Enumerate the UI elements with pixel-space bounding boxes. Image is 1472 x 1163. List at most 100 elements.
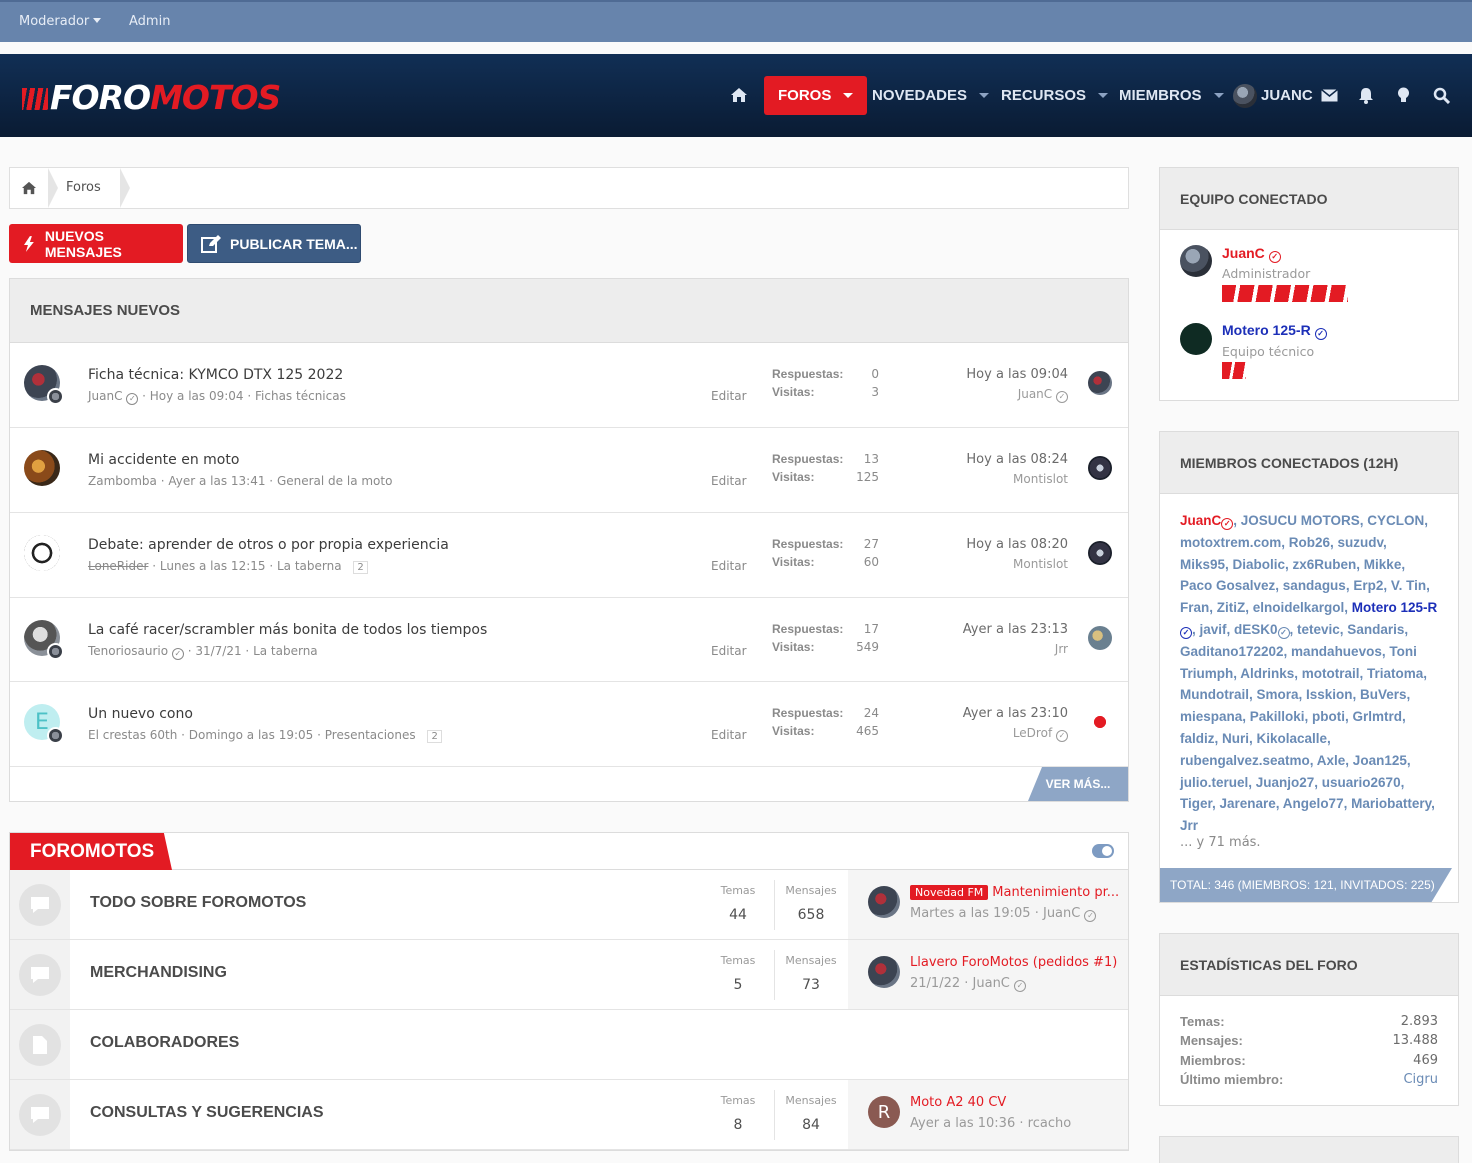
member-links[interactable]: , javif, dESK0 <box>1192 622 1278 637</box>
thread-forum[interactable]: La taberna <box>253 644 318 658</box>
last-post-title[interactable]: Novedad FM Mantenimiento pr... <box>910 885 1119 900</box>
forum-row[interactable]: TODO SOBRE FOROMOTOS Temas 44 Mensajes 658 No… <box>10 870 1128 940</box>
thread-title[interactable]: Un nuevo cono <box>88 706 193 722</box>
thread-title[interactable]: Ficha técnica: KYMCO DTX 125 2022 <box>88 367 343 383</box>
forum-row[interactable]: CONSULTAS Y SUGERENCIAS Temas 8 Mensajes 84 R… <box>10 1080 1128 1150</box>
page-jump[interactable]: 2 <box>427 730 442 743</box>
forum-name[interactable]: TODO SOBRE FOROMOTOS <box>90 894 306 912</box>
last-post-date[interactable]: Ayer a las 23:10 <box>908 706 1068 721</box>
chevron-down-icon[interactable] <box>843 93 854 98</box>
last-post-date[interactable]: 21/1/22 <box>910 976 960 991</box>
thread-author[interactable]: LoneRider <box>88 559 148 573</box>
thread-forum[interactable]: Presentaciones <box>325 728 416 742</box>
last-poster-avatar[interactable] <box>1088 710 1112 734</box>
category-title[interactable]: FOROMOTOS <box>10 833 172 870</box>
lightbulb-icon[interactable] <box>1397 87 1410 104</box>
thread-title[interactable]: Mi accidente en moto <box>88 452 239 468</box>
forum-row[interactable]: COLABORADORES <box>10 1010 1128 1080</box>
member-name[interactable]: JuanC ✓ <box>1222 245 1281 263</box>
thread-date[interactable]: Ayer a las 13:41 <box>168 474 265 488</box>
more-members-link[interactable]: ... y 71 más. <box>1180 835 1261 850</box>
last-post-user[interactable]: JuanC <box>1043 906 1080 921</box>
thread-row[interactable]: Debate: aprender de otros o por propia e… <box>10 513 1128 598</box>
thread-date[interactable]: Domingo a las 19:05 <box>189 728 314 742</box>
member-name[interactable]: Motero 125-R ✓ <box>1222 322 1327 340</box>
last-post-date[interactable]: Ayer a las 23:13 <box>908 622 1068 637</box>
avatar[interactable] <box>24 365 64 405</box>
chevron-down-icon[interactable] <box>1098 93 1109 98</box>
member-links[interactable]: , tetevic, Sandaris, Gaditano172202, man… <box>1180 622 1435 833</box>
avatar[interactable] <box>24 450 60 486</box>
thread-date[interactable]: Hoy a las 09:04 <box>150 389 244 403</box>
member-link[interactable]: Motero 125-R <box>1352 600 1438 615</box>
last-poster-avatar[interactable] <box>1088 371 1112 395</box>
envelope-icon[interactable] <box>1321 89 1338 102</box>
edit-link[interactable]: Editar <box>711 728 747 742</box>
page-jump[interactable]: 2 <box>353 561 368 574</box>
new-posts-button[interactable]: NUEVOS MENSAJES <box>9 224 183 263</box>
edit-link[interactable]: Editar <box>711 559 747 573</box>
forum-name[interactable]: MERCHANDISING <box>90 964 227 982</box>
home-icon[interactable] <box>730 87 748 103</box>
prefix-badge[interactable]: Novedad FM <box>910 885 989 900</box>
last-poster-avatar[interactable] <box>1088 541 1112 565</box>
tab-resources[interactable]: RECURSOS <box>1001 76 1109 115</box>
breadcrumb-home[interactable] <box>10 168 48 208</box>
thread-forum[interactable]: La taberna <box>277 559 342 573</box>
last-post-title[interactable]: Moto A2 40 CV <box>910 1095 1006 1110</box>
thread-forum[interactable]: Fichas técnicas <box>255 389 346 403</box>
last-poster-avatar[interactable] <box>1088 456 1112 480</box>
moderator-menu[interactable]: Moderador <box>19 14 102 29</box>
forum-row[interactable]: MERCHANDISING Temas 5 Mensajes 73 Llavero For… <box>10 940 1128 1010</box>
breadcrumb-forums[interactable]: Foros <box>66 180 101 195</box>
tab-whats-new[interactable]: NOVEDADES <box>872 76 990 115</box>
edit-link[interactable]: Editar <box>711 644 747 658</box>
last-post-user[interactable]: JuanC <box>973 976 1010 991</box>
last-post-date[interactable]: Ayer a las 10:36 <box>910 1116 1015 1131</box>
avatar[interactable] <box>1180 323 1212 355</box>
last-post-date[interactable]: Hoy a las 08:20 <box>908 537 1068 552</box>
last-post-user[interactable]: Jrr <box>908 642 1068 656</box>
last-post-user[interactable]: Montislot <box>908 557 1068 571</box>
avatar[interactable]: R <box>868 1096 900 1128</box>
edit-link[interactable]: Editar <box>711 474 747 488</box>
search-icon[interactable] <box>1433 87 1450 104</box>
avatar[interactable]: E <box>24 704 64 744</box>
last-post-user[interactable]: rcacho <box>1028 1116 1072 1131</box>
thread-row[interactable]: Mi accidente en moto Zambomba · Ayer a la… <box>10 428 1128 513</box>
thread-row[interactable]: Ficha técnica: KYMCO DTX 125 2022 JuanC ✓… <box>10 343 1128 428</box>
post-thread-button[interactable]: PUBLICAR TEMA... <box>187 224 361 263</box>
chevron-down-icon[interactable] <box>1213 93 1224 98</box>
site-logo[interactable]: FOROMOTOS <box>22 81 281 115</box>
user-menu[interactable]: JUANC <box>1233 76 1313 115</box>
thread-author[interactable]: JuanC <box>88 389 122 403</box>
thread-row[interactable]: La café racer/scrambler más bonita de to… <box>10 598 1128 682</box>
last-post-user[interactable]: Montislot <box>908 472 1068 486</box>
last-post-date[interactable]: Hoy a las 08:24 <box>908 452 1068 467</box>
tab-forums[interactable]: FOROS <box>764 76 868 115</box>
tab-members[interactable]: MIEMBROS <box>1119 76 1224 115</box>
last-poster-avatar[interactable] <box>1088 626 1112 650</box>
thread-author[interactable]: Zambomba <box>88 474 157 488</box>
last-post-user[interactable]: LeDrof ✓ <box>908 726 1068 742</box>
admin-link[interactable]: Admin <box>129 14 170 29</box>
thread-forum[interactable]: General de la moto <box>277 474 393 488</box>
last-post-date[interactable]: Martes a las 19:05 <box>910 906 1031 921</box>
avatar[interactable] <box>1180 245 1212 277</box>
thread-author[interactable]: Tenoriosaurio <box>88 644 168 658</box>
chevron-down-icon[interactable] <box>979 93 990 98</box>
collapse-toggle[interactable] <box>1092 844 1114 858</box>
thread-row[interactable]: E Un nuevo cono El crestas 60th · Domingo … <box>10 682 1128 767</box>
avatar[interactable] <box>868 956 900 988</box>
avatar[interactable] <box>24 620 64 660</box>
see-more-button[interactable]: VER MÁS... <box>1028 767 1128 801</box>
thread-date[interactable]: Lunes a las 12:15 <box>160 559 266 573</box>
thread-date[interactable]: 31/7/21 <box>195 644 241 658</box>
edit-link[interactable]: Editar <box>711 389 747 403</box>
bell-icon[interactable] <box>1358 87 1374 104</box>
member-link[interactable]: JuanC <box>1180 513 1221 528</box>
forum-name[interactable]: CONSULTAS Y SUGERENCIAS <box>90 1104 324 1122</box>
avatar[interactable] <box>868 886 900 918</box>
avatar[interactable] <box>24 535 60 571</box>
latest-member-link[interactable]: Cigru <box>1403 1072 1438 1087</box>
